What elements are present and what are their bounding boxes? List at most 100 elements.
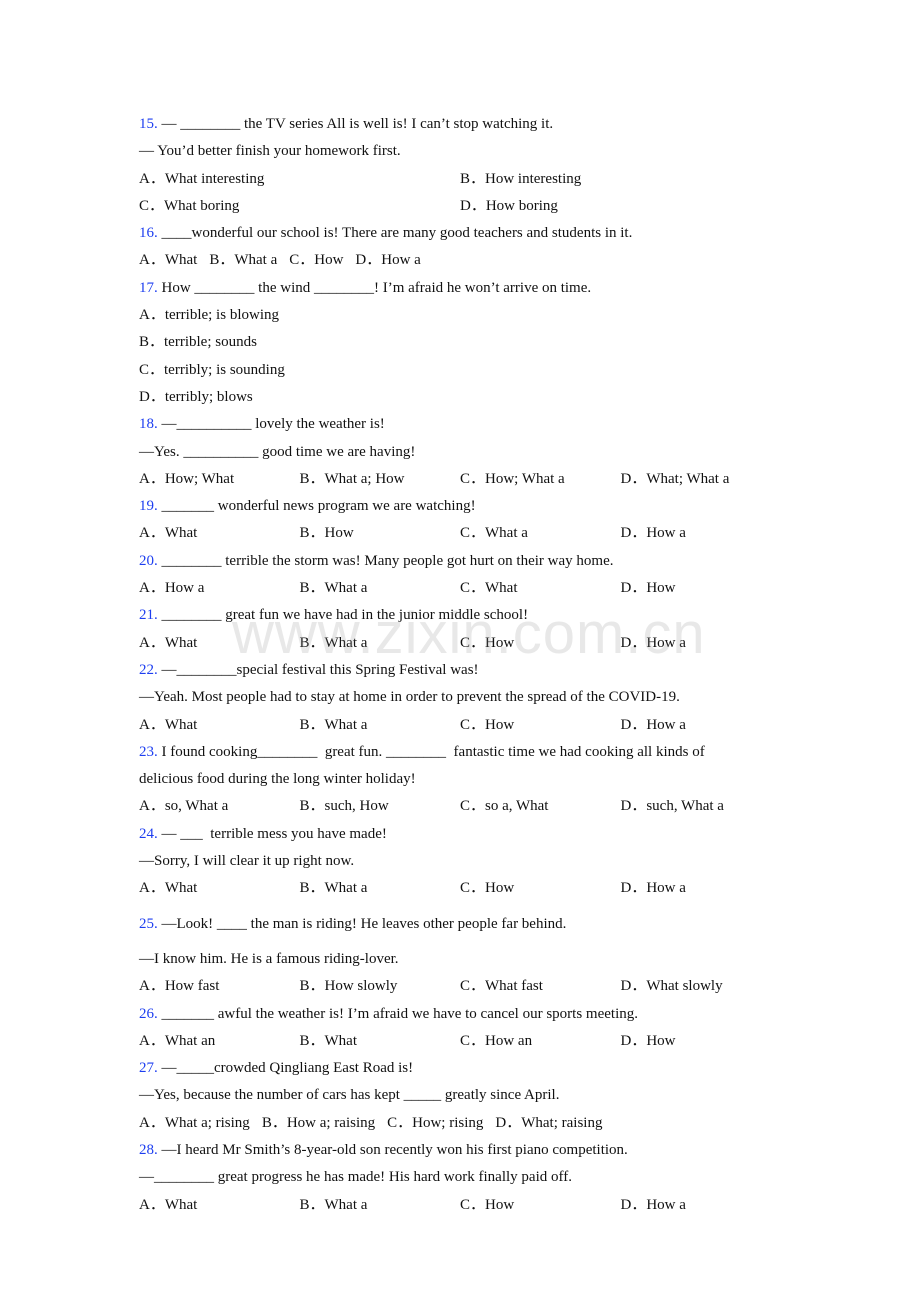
answer-option[interactable]: D．How a xyxy=(621,520,782,547)
answer-option[interactable]: C．How; What a xyxy=(460,466,621,493)
answer-option[interactable]: C．How xyxy=(460,712,621,739)
question-item: 25. —Look! ____ the man is riding! He le… xyxy=(139,911,799,1001)
answer-option[interactable]: D．How xyxy=(621,575,782,602)
question-text: —Yeah. Most people had to stay at home i… xyxy=(139,689,680,706)
answer-option[interactable]: A．What xyxy=(139,712,300,739)
question-dialogue-line: —I know him. He is a famous riding-lover… xyxy=(139,946,799,973)
answer-option[interactable]: B．What a; How xyxy=(300,466,461,493)
question-number: 25. xyxy=(139,915,158,932)
answer-option[interactable]: C．What a xyxy=(460,520,621,547)
question-stem: 18. —__________ lovely the weather is! xyxy=(139,411,799,438)
answer-option[interactable]: C．How xyxy=(289,247,343,274)
answer-option[interactable]: A．What xyxy=(139,1192,300,1219)
question-text: —__________ lovely the weather is! xyxy=(157,416,385,433)
answer-option[interactable]: B．What a xyxy=(300,630,461,657)
answer-option[interactable]: D．What slowly xyxy=(621,973,782,1000)
question-item: 28. —I heard Mr Smith’s 8-year-old son r… xyxy=(139,1137,799,1219)
answer-option[interactable]: C．How xyxy=(460,875,621,902)
answer-option[interactable]: B．How slowly xyxy=(300,973,461,1000)
answer-option[interactable]: D．How a xyxy=(621,875,782,902)
question-stem: 19. _______ wonderful news program we ar… xyxy=(139,493,799,520)
answer-option[interactable]: A．What a; rising xyxy=(139,1110,250,1137)
answer-option[interactable]: C．How xyxy=(460,1192,621,1219)
answer-option[interactable]: B．What a xyxy=(300,712,461,739)
question-number: 17. xyxy=(139,279,158,296)
answer-option[interactable]: C．so a, What xyxy=(460,793,621,820)
options-row: A．terrible; is blowing xyxy=(139,302,799,329)
answer-option[interactable]: D．How a xyxy=(621,630,782,657)
answer-option[interactable]: A．What xyxy=(139,247,197,274)
question-item: 21. ________ great fun we have had in th… xyxy=(139,602,799,657)
question-stem: 16. ____wonderful our school is! There a… xyxy=(139,220,799,247)
answer-option[interactable]: D．How a xyxy=(355,247,420,274)
question-number: 20. xyxy=(139,552,158,569)
answer-option[interactable]: D．What; What a xyxy=(621,466,782,493)
question-item: 15. — ________ the TV series All is well… xyxy=(139,111,799,220)
answer-option[interactable]: D．How a xyxy=(621,1192,782,1219)
options-row: A．What an B．What C．How an D．How xyxy=(139,1028,799,1055)
answer-option[interactable]: A．What xyxy=(139,875,300,902)
question-stem: 20. ________ terrible the storm was! Man… xyxy=(139,548,799,575)
answer-option[interactable]: A．What xyxy=(139,520,300,547)
answer-option[interactable]: C．terribly; is sounding xyxy=(139,357,285,384)
question-item: 22. —________special festival this Sprin… xyxy=(139,657,799,739)
question-stem: 25. —Look! ____ the man is riding! He le… xyxy=(139,911,799,938)
question-text: —I heard Mr Smith’s 8-year-old son recen… xyxy=(157,1141,628,1158)
question-dialogue-line: —Yeah. Most people had to stay at home i… xyxy=(139,684,799,711)
question-dialogue-line: delicious food during the long winter ho… xyxy=(139,766,799,793)
answer-option[interactable]: B．How a; raising xyxy=(262,1110,375,1137)
answer-option[interactable]: B．How xyxy=(300,520,461,547)
question-stem: 26. _______ awful the weather is! I’m af… xyxy=(139,1001,799,1028)
answer-option[interactable]: C．How an xyxy=(460,1028,621,1055)
question-item: 17. How ________ the wind ________! I’m … xyxy=(139,275,799,411)
question-text: _______ awful the weather is! I’m afraid… xyxy=(157,1005,639,1022)
answer-option[interactable]: D．such, What a xyxy=(621,793,782,820)
answer-option[interactable]: A．How a xyxy=(139,575,300,602)
answer-option[interactable]: A．How fast xyxy=(139,973,300,1000)
answer-option[interactable]: D．What; raising xyxy=(495,1110,602,1137)
question-text: —________special festival this Spring Fe… xyxy=(157,661,479,678)
answer-option[interactable]: C．How xyxy=(460,630,621,657)
answer-option[interactable]: A．How; What xyxy=(139,466,300,493)
answer-option[interactable]: D．How boring xyxy=(460,193,781,220)
question-text: —Sorry, I will clear it up right now. xyxy=(139,853,355,870)
answer-option[interactable]: D．How xyxy=(621,1028,782,1055)
answer-option[interactable]: B．What a xyxy=(209,247,277,274)
answer-option[interactable]: A．What an xyxy=(139,1028,300,1055)
question-stem: 23. I found cooking________ great fun. _… xyxy=(139,739,799,766)
exercise-page: 15. — ________ the TV series All is well… xyxy=(139,111,799,1219)
question-dialogue-line: —________ great progress he has made! Hi… xyxy=(139,1164,799,1191)
answer-option[interactable]: C．How; rising xyxy=(387,1110,483,1137)
answer-option[interactable]: B．What a xyxy=(300,575,461,602)
question-number: 15. xyxy=(139,116,158,132)
question-dialogue-line: —Yes, because the number of cars has kep… xyxy=(139,1082,799,1109)
answer-option[interactable]: D．How a xyxy=(621,712,782,739)
answer-option[interactable]: A．What interesting xyxy=(139,166,460,193)
question-text: ________ terrible the storm was! Many pe… xyxy=(157,552,614,569)
answer-option[interactable]: B．What a xyxy=(300,1192,461,1219)
question-item: 23. I found cooking________ great fun. _… xyxy=(139,739,799,821)
question-stem: 27. —_____crowded Qingliang East Road is… xyxy=(139,1055,799,1082)
answer-option[interactable]: B．terrible; sounds xyxy=(139,329,257,356)
answer-option[interactable]: A．terrible; is blowing xyxy=(139,302,279,329)
answer-option[interactable]: B．such, How xyxy=(300,793,461,820)
options-row: A．How a B．What a C．What D．How xyxy=(139,575,799,602)
question-text: — ________ the TV series All is well is!… xyxy=(157,116,554,132)
answer-option[interactable]: C．What xyxy=(460,575,621,602)
answer-option[interactable]: D．terribly; blows xyxy=(139,384,253,411)
answer-option[interactable]: A．What xyxy=(139,630,300,657)
question-stem: 17. How ________ the wind ________! I’m … xyxy=(139,275,799,302)
question-item: 26. _______ awful the weather is! I’m af… xyxy=(139,1001,799,1056)
answer-option[interactable]: B．What xyxy=(300,1028,461,1055)
options-row: B．terrible; sounds xyxy=(139,329,799,356)
answer-option[interactable]: C．What boring xyxy=(139,193,460,220)
question-text: delicious food during the long winter ho… xyxy=(139,771,416,788)
answer-option[interactable]: B．What a xyxy=(300,875,461,902)
answer-option[interactable]: A．so, What a xyxy=(139,793,300,820)
question-number: 16. xyxy=(139,225,158,242)
question-text: —I know him. He is a famous riding-lover… xyxy=(139,950,399,967)
answer-option[interactable]: B．How interesting xyxy=(460,166,781,193)
question-item: 27. —_____crowded Qingliang East Road is… xyxy=(139,1055,799,1137)
answer-option[interactable]: C．What fast xyxy=(460,973,621,1000)
question-number: 18. xyxy=(139,416,158,433)
